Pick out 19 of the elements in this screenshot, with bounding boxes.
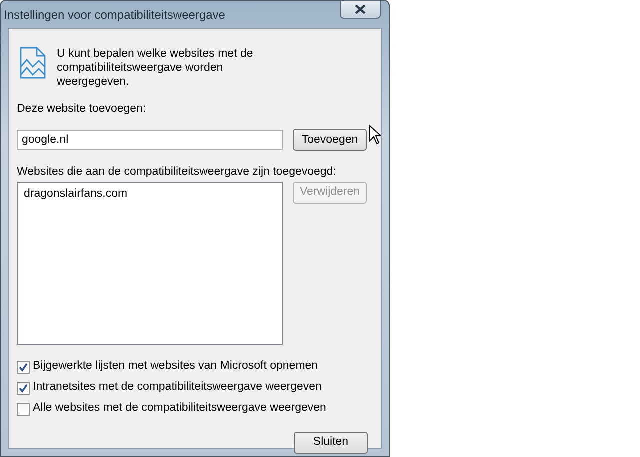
picture-icon [20,47,46,79]
close-icon [355,5,366,14]
close-dialog-button[interactable]: Sluiten [294,432,368,454]
field-label: Deze website toevoegen: [17,102,148,117]
website-item[interactable]: dragonslairfans.com [24,186,128,203]
websites-listbox[interactable]: dragonslairfans.com [17,182,283,344]
checkbox[interactable] [17,382,30,394]
url-field[interactable]: google.nl [17,130,283,150]
intro-text: U kunt bepalen welke websites met de compatibiliteitsweergave worden weergegeven. [57,47,254,89]
checkbox[interactable] [17,402,30,416]
mouse-cursor-icon [369,125,381,145]
checkbox-label: Alle websites met de compatibiliteitsweergave weergeven [33,401,326,416]
add-button[interactable]: Toevoegen [293,129,367,152]
checkbox[interactable] [17,360,30,374]
list-label: Websites die aan de compatibiliteitsweergave zijn toegevoegd: [17,165,338,180]
window-title: Instellingen voor compatibiliteitsweergave [4,8,226,22]
close-button[interactable] [340,0,381,19]
checkbox-label: Intranetsites met de compatibiliteitsweergave weergeven [33,380,322,396]
checkbox-label: Bijgewerkte lijsten met websites van Microsoft opnemen [33,359,318,374]
